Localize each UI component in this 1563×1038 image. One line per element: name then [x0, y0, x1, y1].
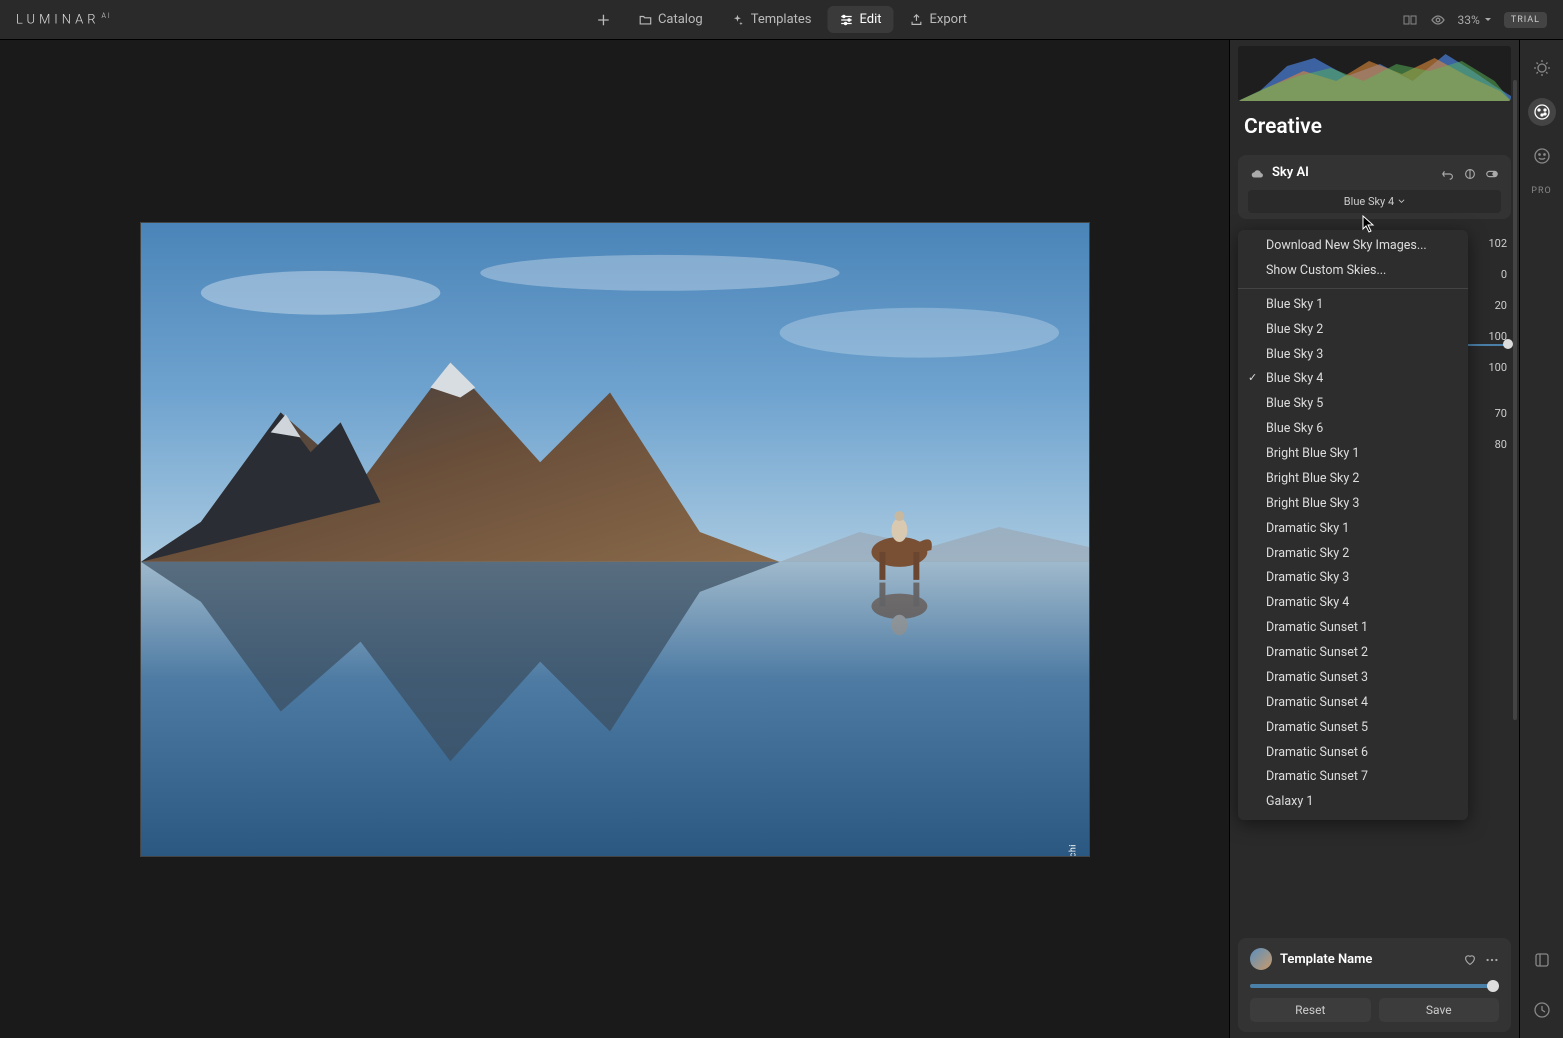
sky-menu-item[interactable]: Dramatic Sky 3 [1238, 566, 1468, 591]
chevron-down-icon [1398, 198, 1405, 205]
nav-export[interactable]: Export [898, 6, 980, 33]
mask-icon[interactable] [1463, 166, 1477, 180]
canvas-area: © Iurie Belegurschi [0, 40, 1229, 1038]
trial-badge: TRIAL [1504, 12, 1547, 28]
sky-menu-item[interactable]: Dramatic Sky 2 [1238, 542, 1468, 567]
compare-view-icon[interactable] [1402, 12, 1418, 28]
zoom-control[interactable]: 33% [1458, 13, 1492, 27]
template-thumbnail [1250, 948, 1272, 970]
sky-menu-item[interactable]: Dramatic Sunset 1 [1238, 616, 1468, 641]
sky-menu-item[interactable]: Bright Blue Sky 2 [1238, 467, 1468, 492]
image-credit: © Iurie Belegurschi [1069, 844, 1079, 857]
sky-menu-item[interactable]: Dramatic Sunset 3 [1238, 666, 1468, 691]
sliders-icon [840, 13, 854, 27]
sky-menu-item[interactable]: Galaxy 2 [1238, 815, 1468, 820]
cursor-icon [1362, 215, 1376, 233]
nav-export-label: Export [930, 12, 968, 27]
slider-knob[interactable] [1487, 980, 1499, 992]
nav-center: Catalog Templates Edit Export [584, 6, 979, 33]
undo-icon[interactable] [1441, 166, 1455, 180]
sky-menu-item[interactable]: Bright Blue Sky 1 [1238, 442, 1468, 467]
sky-selection-dropdown[interactable]: Blue Sky 4 [1248, 190, 1501, 213]
sky-menu-show-custom[interactable]: Show Custom Skies... [1238, 259, 1468, 284]
sky-menu-item[interactable]: Blue Sky 1 [1238, 293, 1468, 318]
template-strength-slider[interactable] [1250, 984, 1499, 988]
sky-menu-item[interactable]: Dramatic Sunset 6 [1238, 741, 1468, 766]
panel-title: Creative [1230, 101, 1519, 149]
sky-menu-item[interactable]: Dramatic Sunset 2 [1238, 641, 1468, 666]
top-bar: LUMINARAI Catalog Templates Edit [0, 0, 1563, 40]
slider-value: 70 [1466, 398, 1511, 429]
sky-menu: Download New Sky Images... Show Custom S… [1238, 230, 1468, 820]
tool-rail: PRO [1519, 40, 1563, 1038]
slider-value: 20 [1466, 290, 1511, 321]
app-logo: LUMINARAI [16, 12, 112, 27]
sky-menu-item[interactable]: Dramatic Sky 4 [1238, 591, 1468, 616]
slider-knob[interactable] [1503, 339, 1513, 349]
slider-value: 80 [1466, 429, 1511, 460]
sky-ai-tool: Sky AI Blue Sky 4 [1238, 155, 1511, 219]
creative-tab-icon[interactable] [1528, 98, 1556, 126]
plus-icon [596, 13, 610, 27]
nav-right: 33% TRIAL [1402, 12, 1547, 28]
slider-value: 0 [1466, 259, 1511, 290]
sky-menu-item[interactable]: Blue Sky 3 [1238, 343, 1468, 368]
export-icon [910, 13, 924, 27]
sparkle-icon [731, 13, 745, 27]
sky-menu-item[interactable]: Dramatic Sunset 7 [1238, 765, 1468, 790]
nav-edit[interactable]: Edit [828, 6, 894, 33]
sky-menu-item[interactable]: Dramatic Sunset 5 [1238, 716, 1468, 741]
image-canvas[interactable]: © Iurie Belegurschi [140, 222, 1090, 857]
scrollbar[interactable] [1513, 80, 1517, 720]
folder-icon [638, 13, 652, 27]
slider-value: 102 [1466, 228, 1511, 259]
preview-eye-icon[interactable] [1430, 12, 1446, 28]
zoom-value: 33% [1458, 13, 1480, 27]
pro-tab-label[interactable]: PRO [1531, 186, 1551, 196]
nav-templates[interactable]: Templates [719, 6, 824, 33]
histogram[interactable] [1238, 46, 1511, 101]
save-button[interactable]: Save [1379, 998, 1500, 1022]
layers-tab-icon[interactable] [1528, 946, 1556, 974]
sky-menu-item[interactable]: Blue Sky 5 [1238, 392, 1468, 417]
sky-ai-header[interactable]: Sky AI [1238, 155, 1511, 190]
essentials-tab-icon[interactable] [1528, 54, 1556, 82]
portrait-tab-icon[interactable] [1528, 142, 1556, 170]
reset-button[interactable]: Reset [1250, 998, 1371, 1022]
sky-selected-label: Blue Sky 4 [1344, 195, 1394, 208]
template-name: Template Name [1280, 952, 1455, 967]
sky-menu-item[interactable]: Blue Sky 6 [1238, 417, 1468, 442]
nav-templates-label: Templates [751, 12, 812, 27]
visibility-toggle-icon[interactable] [1485, 166, 1499, 180]
more-icon[interactable] [1485, 952, 1499, 966]
sky-menu-item[interactable]: Galaxy 1 [1238, 790, 1468, 815]
slider-value: 100 [1466, 352, 1511, 383]
template-card: Template Name Reset Save [1238, 938, 1511, 1032]
cloud-icon [1250, 166, 1264, 180]
history-tab-icon[interactable] [1528, 996, 1556, 1024]
nav-catalog-label: Catalog [658, 12, 703, 27]
sky-menu-download[interactable]: Download New Sky Images... [1238, 234, 1468, 259]
sky-ai-label: Sky AI [1272, 165, 1433, 180]
chevron-down-icon [1484, 16, 1492, 24]
sky-menu-item[interactable]: Blue Sky 4 [1238, 367, 1468, 392]
nav-edit-label: Edit [860, 12, 882, 27]
sky-menu-item[interactable]: Dramatic Sky 1 [1238, 517, 1468, 542]
sky-menu-item[interactable]: Dramatic Sunset 4 [1238, 691, 1468, 716]
nav-catalog[interactable]: Catalog [626, 6, 715, 33]
sky-menu-item[interactable]: Blue Sky 2 [1238, 318, 1468, 343]
right-panel: Creative Sky AI Blue Sky 4 [1229, 40, 1519, 1038]
sky-menu-item[interactable]: Bright Blue Sky 3 [1238, 492, 1468, 517]
add-button[interactable] [584, 7, 622, 33]
heart-icon[interactable] [1463, 952, 1477, 966]
menu-separator [1238, 288, 1468, 289]
